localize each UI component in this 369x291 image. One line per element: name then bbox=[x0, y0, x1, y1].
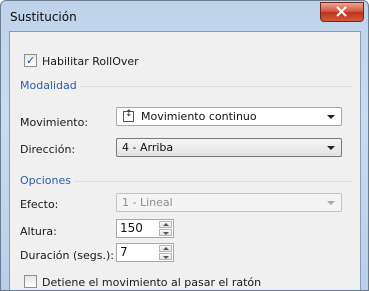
dialog-window: Sustitución ✓ Habilitar RollOver Modalid… bbox=[0, 0, 369, 291]
close-button[interactable] bbox=[320, 2, 364, 22]
title-bar[interactable]: Sustitución bbox=[1, 1, 368, 31]
duracion-label: Duración (segs.): bbox=[20, 249, 115, 262]
altura-spinner[interactable]: 150 bbox=[116, 219, 174, 238]
altura-value: 150 bbox=[120, 221, 143, 235]
duracion-spin-buttons bbox=[159, 245, 172, 260]
opciones-group-label: Opciones bbox=[20, 174, 71, 187]
efecto-value: 1 - Lineal bbox=[122, 196, 173, 209]
altura-spin-buttons bbox=[159, 221, 172, 236]
movimiento-label: Movimiento: bbox=[20, 116, 89, 129]
duracion-value: 7 bbox=[120, 245, 128, 259]
stop-on-hover-checkbox[interactable] bbox=[24, 275, 37, 288]
movimiento-value: Movimiento continuo bbox=[141, 110, 257, 123]
opciones-separator bbox=[74, 181, 352, 182]
altura-increment-button[interactable] bbox=[159, 221, 172, 228]
altura-label: Altura: bbox=[20, 225, 57, 238]
dialog-client-area: ✓ Habilitar RollOver Modalidad Movimient… bbox=[9, 31, 361, 290]
check-icon: ✓ bbox=[26, 54, 36, 67]
chevron-down-icon bbox=[327, 201, 335, 205]
window-title: Sustitución bbox=[10, 10, 77, 24]
direccion-label: Dirección: bbox=[20, 143, 76, 156]
efecto-label: Efecto: bbox=[20, 198, 59, 211]
direccion-select[interactable]: 4 - Arriba bbox=[116, 138, 342, 157]
stop-on-hover-label: Detiene el movimiento al pasar el ratón bbox=[42, 276, 262, 289]
movement-icon bbox=[123, 109, 134, 122]
duracion-decrement-button[interactable] bbox=[159, 253, 172, 260]
enable-rollover-label: Habilitar RollOver bbox=[42, 55, 139, 68]
enable-rollover-checkbox[interactable]: ✓ bbox=[24, 54, 37, 67]
duracion-increment-button[interactable] bbox=[159, 245, 172, 252]
modalidad-separator bbox=[80, 86, 352, 87]
altura-decrement-button[interactable] bbox=[159, 229, 172, 236]
duracion-spinner[interactable]: 7 bbox=[116, 243, 174, 262]
direccion-value: 4 - Arriba bbox=[122, 141, 174, 154]
efecto-select[interactable]: 1 - Lineal bbox=[116, 193, 342, 212]
modalidad-group-label: Modalidad bbox=[20, 79, 77, 92]
movimiento-select[interactable]: Movimiento continuo bbox=[116, 107, 342, 126]
chevron-down-icon bbox=[327, 146, 335, 150]
close-icon bbox=[336, 6, 347, 17]
chevron-down-icon bbox=[327, 115, 335, 119]
